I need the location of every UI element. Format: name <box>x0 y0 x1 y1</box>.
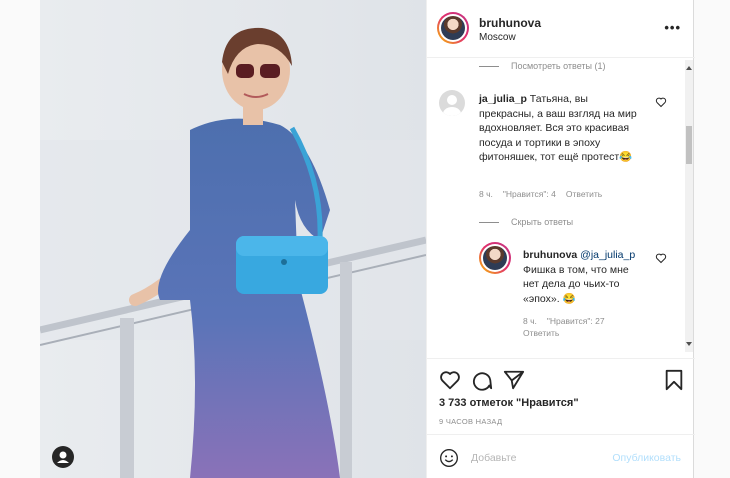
reply-like-heart-icon[interactable] <box>655 252 667 264</box>
comment-like-heart-icon[interactable] <box>655 96 667 108</box>
comment-composer: Опубликовать <box>427 434 695 478</box>
comments-list: Посмотреть ответы (1) ja_julia_p Татьяна… <box>427 58 695 358</box>
post-side-panel: bruhunova Moscow ••• Посмотреть ответы (… <box>426 0 695 478</box>
reply-reply-button[interactable]: Ответить <box>523 328 559 338</box>
reply-username[interactable]: bruhunova <box>523 249 577 261</box>
comment-body: ja_julia_p Татьяна, вы прекрасны, а ваш … <box>479 92 639 165</box>
post-actions: 3 733 отметок "Нравится" 9 часов назад <box>427 358 695 434</box>
tagged-user-icon[interactable] <box>52 446 74 468</box>
reply-body: bruhunova @ja_julia_p Фишка в том, что м… <box>523 248 647 306</box>
comment-bubble-icon[interactable] <box>471 369 493 391</box>
comment-meta: 8 ч. "Нравится": 4 Ответить <box>479 189 602 199</box>
scrollbar-thumb[interactable] <box>686 126 692 164</box>
comment-input[interactable] <box>471 449 621 467</box>
share-send-icon[interactable] <box>503 369 525 391</box>
hide-replies-link[interactable]: Скрыть ответы <box>479 217 573 227</box>
like-heart-icon[interactable] <box>439 369 461 391</box>
post-header: bruhunova Moscow ••• <box>427 0 695 58</box>
comments-scrollbar[interactable] <box>685 60 693 352</box>
reply-mention[interactable]: @ja_julia_p <box>580 249 635 261</box>
bookmark-icon[interactable] <box>663 369 685 391</box>
commenter-avatar[interactable] <box>439 90 465 116</box>
view-replies-label: Посмотреть ответы (1) <box>511 61 606 71</box>
more-horizontal-icon[interactable]: ••• <box>664 20 681 35</box>
scroll-up-arrow-icon[interactable] <box>686 66 692 70</box>
divider <box>479 65 499 67</box>
comment-time: 8 ч. <box>479 189 493 199</box>
reply-time: 8 ч. <box>523 316 537 326</box>
comment-reply-button[interactable]: Ответить <box>566 189 602 199</box>
post-photo[interactable] <box>40 0 426 478</box>
reply-meta: 8 ч. "Нравится": 27 Ответить <box>523 316 633 338</box>
scroll-down-arrow-icon[interactable] <box>686 342 692 346</box>
likes-count[interactable]: 3 733 отметок "Нравится" <box>439 397 579 409</box>
reply-author-avatar[interactable] <box>479 242 511 274</box>
divider <box>479 221 499 223</box>
commenter-username[interactable]: ja_julia_p <box>479 93 527 105</box>
emoji-smile-icon[interactable] <box>439 448 459 468</box>
instagram-post-viewer: bruhunova Moscow ••• Посмотреть ответы (… <box>0 0 730 478</box>
post-time-ago[interactable]: 9 часов назад <box>439 417 502 426</box>
publish-button[interactable]: Опубликовать <box>612 452 681 464</box>
hide-replies-label: Скрыть ответы <box>511 217 574 227</box>
author-username[interactable]: bruhunova <box>479 16 541 30</box>
photo-illustration <box>40 0 426 478</box>
author-avatar[interactable] <box>437 12 469 44</box>
view-replies-link[interactable]: Посмотреть ответы (1) <box>479 61 606 71</box>
reply-likes[interactable]: "Нравится": 27 <box>547 316 605 326</box>
comment-likes[interactable]: "Нравится": 4 <box>503 189 556 199</box>
post-location[interactable]: Moscow <box>479 32 516 43</box>
reply-text: Фишка в том, что мне нет дела до чьих-то… <box>523 263 629 305</box>
